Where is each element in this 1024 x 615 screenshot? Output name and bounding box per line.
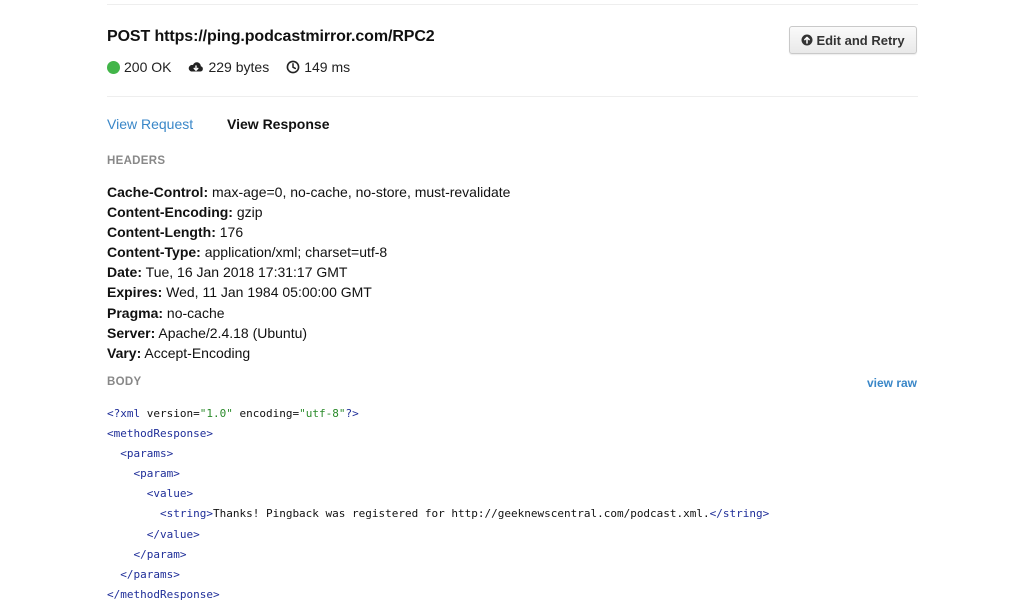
xml-tag: <value> [146, 487, 194, 501]
code-line: </param> [107, 545, 769, 565]
header-value: Accept-Encoding [144, 344, 251, 361]
edit-and-retry-button[interactable]: Edit and Retry [789, 26, 917, 54]
status-text: 200 OK [124, 59, 172, 75]
header-value: application/xml; charset=utf-8 [204, 244, 388, 261]
response-tabs: View Request View Response [107, 116, 359, 132]
top-divider [107, 4, 918, 5]
tab-view-request[interactable]: View Request [107, 116, 193, 132]
xml-decl-open: <?xml [107, 407, 141, 420]
xml-close-tag: </string> [709, 507, 770, 521]
headers-section-label: HEADERS [107, 155, 166, 167]
xml-decl-close: ?> [345, 407, 359, 420]
header-row: Cache-Control: max-age=0, no-cache, no-s… [107, 182, 510, 202]
code-line: <param> [107, 464, 769, 484]
xml-tag: </params> [120, 567, 180, 581]
response-size: 229 bytes [188, 59, 269, 75]
header-name: Cache-Control: [107, 184, 209, 200]
header-value: Apache/2.4.18 (Ubuntu) [158, 324, 308, 341]
header-value: gzip [236, 204, 263, 221]
header-name: Vary: [107, 344, 142, 361]
header-value: no-cache [166, 304, 225, 321]
section-divider [107, 96, 918, 97]
xml-tag: <params> [120, 447, 174, 461]
header-value: 176 [219, 224, 244, 241]
xml-tag: </value> [146, 527, 200, 541]
response-meta: 200 OK 229 bytes 149 ms [107, 59, 367, 75]
code-line: <methodResponse> [107, 424, 769, 444]
response-body-code: <?xml version="1.0" encoding="utf-8"?> <m… [107, 404, 769, 605]
code-line: </params> [107, 565, 769, 585]
xml-text: Thanks! Pingback was registered for http… [212, 507, 710, 521]
header-row: Server: Apache/2.4.18 (Ubuntu) [107, 323, 510, 343]
tab-view-response[interactable]: View Response [227, 116, 329, 132]
code-line-xml-declaration: <?xml version="1.0" encoding="utf-8"?> [107, 404, 769, 424]
header-name: Content-Length: [107, 224, 216, 241]
header-value: max-age=0, no-cache, no-store, must-reva… [212, 184, 511, 200]
header-value: Tue, 16 Jan 2018 17:31:17 GMT [145, 264, 348, 281]
code-line: <string>Thanks! Pingback was registered … [107, 504, 769, 524]
response-time-text: 149 ms [304, 59, 351, 75]
xml-tag: </param> [133, 547, 187, 561]
edit-and-retry-label: Edit and Retry [816, 32, 905, 48]
xml-decl-attr-encoding: encoding= [239, 407, 300, 420]
headers-list: Cache-Control: max-age=0, no-cache, no-s… [107, 182, 510, 363]
status-indicator: 200 OK [107, 59, 171, 75]
header-row: Date: Tue, 16 Jan 2018 17:31:17 GMT [107, 262, 510, 282]
view-raw-link[interactable]: view raw [867, 376, 917, 390]
status-dot-icon [107, 60, 120, 74]
header-name: Content-Encoding: [107, 204, 233, 221]
header-row: Content-Length: 176 [107, 222, 510, 242]
header-row: Pragma: no-cache [107, 303, 510, 323]
header-name: Pragma: [107, 304, 164, 321]
xml-tag: </methodResponse> [107, 587, 220, 601]
response-time: 149 ms [286, 59, 350, 75]
body-section-label: BODY [107, 376, 142, 388]
xml-decl-attr-version: version= [146, 407, 200, 420]
clock-icon [286, 60, 300, 74]
xml-decl-version-value: "1.0" [199, 407, 233, 420]
header-row: Vary: Accept-Encoding [107, 343, 510, 363]
header-value: Wed, 11 Jan 1984 05:00:00 GMT [166, 284, 372, 301]
code-line: </value> [107, 525, 769, 545]
response-size-text: 229 bytes [208, 59, 270, 75]
code-lines: <methodResponse> <params> <param> <value… [107, 424, 769, 605]
circle-arrow-up-icon [801, 34, 813, 46]
request-title: POST https://ping.podcastmirror.com/RPC2 [107, 28, 435, 45]
header-row: Content-Encoding: gzip [107, 202, 510, 222]
header-row: Expires: Wed, 11 Jan 1984 05:00:00 GMT [107, 282, 510, 302]
code-line: <params> [107, 444, 769, 464]
header-name: Date: [107, 264, 143, 281]
cloud-download-icon [189, 61, 204, 71]
code-line: <value> [107, 484, 769, 504]
xml-tag: <string> [159, 507, 213, 521]
header-row: Content-Type: application/xml; charset=u… [107, 242, 510, 262]
xml-decl-encoding-value: "utf-8" [299, 407, 346, 420]
xml-tag: <methodResponse> [107, 427, 213, 441]
header-name: Server: [107, 324, 156, 341]
code-line: </methodResponse> [107, 585, 769, 605]
xml-tag: <param> [133, 467, 180, 481]
header-name: Expires: [107, 284, 163, 301]
header-name: Content-Type: [107, 244, 201, 261]
